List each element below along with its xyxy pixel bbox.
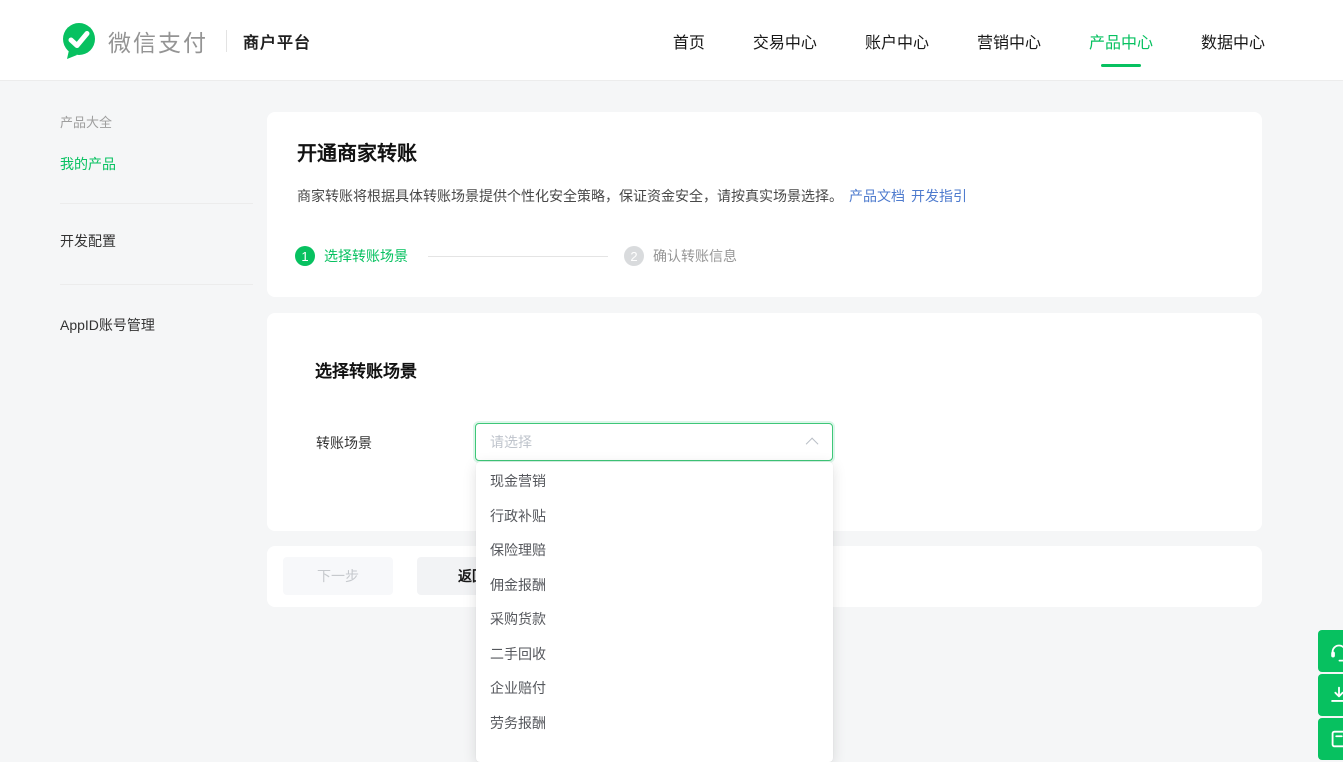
transfer-scene-dropdown: 现金营销 行政补贴 保险理赔 佣金报酬 采购货款 二手回收 企业赔付 劳务报酬: [476, 462, 833, 762]
feedback-icon: [1328, 684, 1343, 706]
contact-icon: [1328, 728, 1343, 750]
nav-item-data-center[interactable]: 数据中心: [1201, 29, 1265, 53]
wechat-pay-icon: [60, 21, 98, 61]
sidebar-divider: [60, 203, 253, 204]
dropdown-option-insurance-claim[interactable]: 保险理赔: [476, 533, 833, 568]
floating-side-panel: [1318, 630, 1343, 762]
form-section-title: 选择转账场景: [315, 357, 417, 382]
nav-item-marketing-center[interactable]: 营销中心: [977, 29, 1041, 53]
customer-service-button[interactable]: [1318, 630, 1343, 672]
nav-item-product-center[interactable]: 产品中心: [1089, 29, 1153, 53]
dropdown-option-cash-marketing[interactable]: 现金营销: [476, 464, 833, 499]
transfer-scene-label: 转账场景: [316, 433, 372, 453]
dropdown-option-enterprise-compensation[interactable]: 企业赔付: [476, 671, 833, 706]
step-1-circle: 1: [295, 246, 315, 266]
sidebar-item-appid-management[interactable]: AppID账号管理: [60, 315, 155, 335]
step-indicator: 1 选择转账场景 2 确认转账信息: [295, 245, 737, 267]
brand-logo[interactable]: 微信支付 商户平台: [60, 21, 311, 61]
select-placeholder: 请选择: [490, 432, 809, 452]
step-1-label: 选择转账场景: [324, 246, 408, 266]
description-text: 商家转账将根据具体转账场景提供个性化安全策略，保证资金安全，请按真实场景选择。: [297, 188, 843, 204]
brand-divider: [226, 30, 227, 52]
dropdown-option-procurement[interactable]: 采购货款: [476, 602, 833, 637]
nav-item-account-center[interactable]: 账户中心: [865, 29, 929, 53]
feedback-button[interactable]: [1318, 674, 1343, 716]
dropdown-option-secondhand-recycle[interactable]: 二手回收: [476, 637, 833, 672]
top-nav: 首页 交易中心 账户中心 营销中心 产品中心 数据中心: [673, 0, 1265, 81]
next-step-button[interactable]: 下一步: [283, 557, 393, 595]
nav-item-trade-center[interactable]: 交易中心: [753, 29, 817, 53]
product-doc-link[interactable]: 产品文档: [849, 188, 905, 204]
customer-service-icon: [1328, 640, 1343, 662]
step-connector-line: [428, 256, 608, 257]
top-header: 微信支付 商户平台 首页 交易中心 账户中心 营销中心 产品中心 数据中心: [0, 0, 1343, 81]
step-2-circle: 2: [624, 246, 644, 266]
sidebar-section-label: 产品大全: [60, 112, 112, 131]
dropdown-option-labor-remuneration[interactable]: 劳务报酬: [476, 706, 833, 741]
intro-card: 开通商家转账 商家转账将根据具体转账场景提供个性化安全策略，保证资金安全，请按真…: [267, 112, 1262, 297]
page-title: 开通商家转账: [297, 137, 417, 166]
platform-name: 商户平台: [243, 29, 311, 53]
dev-guide-link[interactable]: 开发指引: [911, 188, 967, 204]
brand-name: 微信支付: [108, 24, 208, 58]
sidebar-item-dev-config[interactable]: 开发配置: [60, 231, 116, 251]
dropdown-option-commission[interactable]: 佣金报酬: [476, 568, 833, 603]
sidebar-item-my-products[interactable]: 我的产品: [60, 154, 116, 174]
nav-item-home[interactable]: 首页: [673, 29, 705, 53]
step-2-label: 确认转账信息: [653, 246, 737, 266]
contact-button[interactable]: [1318, 718, 1343, 760]
sidebar-divider: [60, 284, 253, 285]
transfer-scene-select[interactable]: 请选择: [475, 423, 833, 461]
dropdown-option-admin-subsidy[interactable]: 行政补贴: [476, 499, 833, 534]
page-description: 商家转账将根据具体转账场景提供个性化安全策略，保证资金安全，请按真实场景选择。产…: [297, 186, 967, 206]
